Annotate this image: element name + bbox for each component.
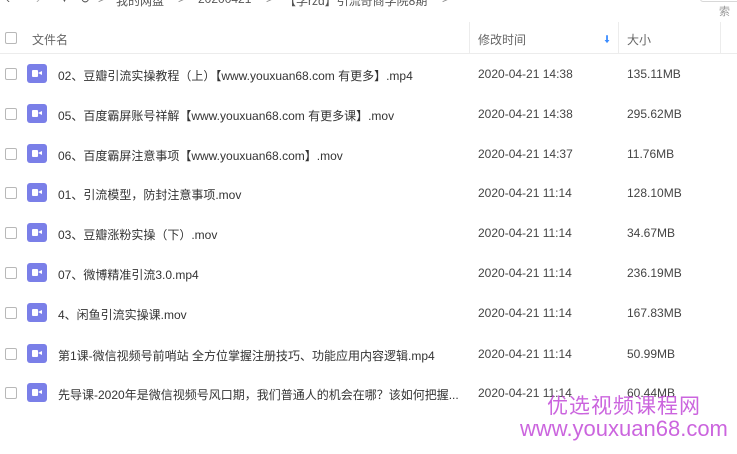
video-file-icon [27,263,47,282]
toolbar: ‹ › ▼ ↻ > 我的网盘 > 20200421 > 【学rzd】引流奇商学院… [0,0,737,18]
file-modified: 2020-04-21 11:14 [478,306,572,320]
file-name[interactable]: 第1课-微信视频号前哨站 全方位掌握注册技巧、功能应用内容逻辑.mp4 [58,347,435,364]
file-size: 34.67MB [627,226,676,240]
arrow-down-icon[interactable]: 🠫 [604,31,610,50]
file-row[interactable]: 07、微博精准引流3.0.mp4 2020-04-21 11:14 236.19… [0,253,737,293]
row-checkbox[interactable] [5,348,17,360]
file-size: 11.76MB [627,147,675,161]
file-name[interactable]: 02、豆瓣引流实操教程（上）【www.youxuan68.com 有更多】.mp… [58,67,413,84]
file-row[interactable]: 第1课-微信视频号前哨站 全方位掌握注册技巧、功能应用内容逻辑.mp4 2020… [0,334,737,374]
row-checkbox[interactable] [5,307,17,319]
column-header-size[interactable]: 大小 [627,31,651,48]
column-divider[interactable] [469,22,470,53]
file-modified: 2020-04-21 11:14 [478,226,572,240]
breadcrumb-item[interactable]: 【学rzd】引流奇商学院8期 [284,0,427,9]
row-checkbox[interactable] [5,227,17,239]
file-list-header: 文件名 修改时间 🠫 大小 [0,22,737,54]
video-file-icon [27,64,47,83]
row-checkbox[interactable] [5,68,17,80]
column-divider[interactable] [618,22,619,53]
file-modified: 2020-04-21 11:14 [478,347,572,361]
row-checkbox[interactable] [5,267,17,279]
search-input[interactable]: 搜索 [700,0,737,18]
file-modified: 2020-04-21 11:14 [478,186,572,200]
refresh-icon[interactable]: ↻ [80,0,90,6]
file-row[interactable]: 03、豆瓣涨粉实操（下）.mov 2020-04-21 11:14 34.67M… [0,213,737,253]
file-size: 50.99MB [627,347,676,361]
file-row[interactable]: 01、引流模型，防封注意事项.mov 2020-04-21 11:14 128.… [0,173,737,213]
video-file-icon [27,344,47,363]
file-size: 135.11MB [627,67,681,81]
file-size: 167.83MB [627,306,682,320]
video-file-icon [27,183,47,202]
file-row[interactable]: 4、闲鱼引流实操课.mov 2020-04-21 11:14 167.83MB [0,293,737,333]
row-checkbox[interactable] [5,187,17,199]
video-file-icon [27,223,47,242]
file-row[interactable]: 05、百度霸屏账号祥解【www.youxuan68.com 有更多课】.mov … [0,94,737,134]
chevron-left-icon[interactable]: ‹ [6,0,10,6]
select-all-checkbox[interactable] [5,32,17,44]
file-modified: 2020-04-21 14:38 [478,107,573,121]
file-modified: 2020-04-21 14:38 [478,67,573,81]
file-size: 128.10MB [627,186,682,200]
breadcrumb-item[interactable]: 我的网盘 [116,0,164,9]
breadcrumb-separator: > [178,0,185,6]
breadcrumb-separator: > [98,0,105,6]
watermark-url: www.youxuan68.com [520,416,728,441]
video-file-icon [27,303,47,322]
video-file-icon [27,144,47,163]
file-row[interactable]: 02、豆瓣引流实操教程（上）【www.youxuan68.com 有更多】.mp… [0,54,737,94]
row-checkbox[interactable] [5,387,17,399]
file-name[interactable]: 07、微博精准引流3.0.mp4 [58,266,199,283]
file-name[interactable]: 03、豆瓣涨粉实操（下）.mov [58,226,217,243]
file-size: 236.19MB [627,266,682,280]
row-checkbox[interactable] [5,148,17,160]
file-row[interactable]: 06、百度霸屏注意事项【www.youxuan68.com】.mov 2020-… [0,134,737,174]
breadcrumb-item[interactable]: 20200421 [198,0,251,6]
breadcrumb-separator: > [266,0,273,6]
column-header-modified[interactable]: 修改时间 [478,31,526,48]
file-size: 295.62MB [627,107,682,121]
file-name[interactable]: 01、引流模型，防封注意事项.mov [58,186,241,203]
row-checkbox[interactable] [5,108,17,120]
file-modified: 2020-04-21 11:14 [478,266,572,280]
file-name[interactable]: 4、闲鱼引流实操课.mov [58,306,187,323]
column-header-name[interactable]: 文件名 [32,31,68,48]
caret-down-icon[interactable]: ▼ [60,0,69,4]
column-divider[interactable] [720,22,721,53]
chevron-right-icon[interactable]: › [36,0,40,6]
file-name[interactable]: 05、百度霸屏账号祥解【www.youxuan68.com 有更多课】.mov [58,107,394,124]
file-name[interactable]: 先导课-2020年是微信视频号风口期，我们普通人的机会在哪？该如何把握... [58,386,459,403]
file-name[interactable]: 06、百度霸屏注意事项【www.youxuan68.com】.mov [58,147,343,164]
video-file-icon [27,104,47,123]
breadcrumb-separator: > [442,0,449,6]
file-modified: 2020-04-21 14:37 [478,147,573,161]
video-file-icon [27,383,47,402]
